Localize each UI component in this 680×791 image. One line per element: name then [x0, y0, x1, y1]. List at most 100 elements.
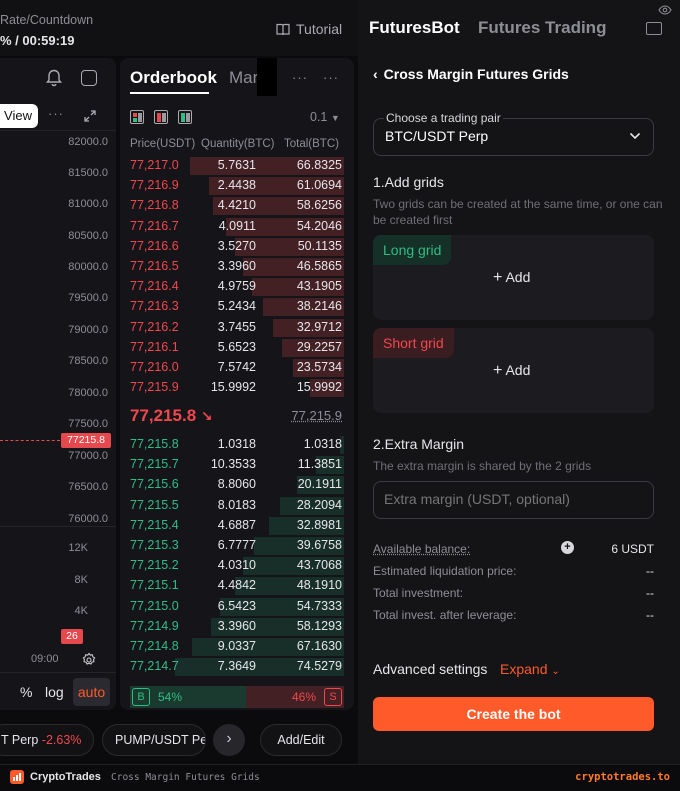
bid-row[interactable]: 77,215.5 8.0183 28.2094 [120, 496, 354, 516]
footer-bar: CryptoTrades Cross Margin Futures Grids … [0, 764, 680, 791]
ask-row[interactable]: 77,216.7 4.0911 54.2046 [120, 217, 354, 237]
ask-row[interactable]: 77,216.1 5.6523 29.2257 [120, 338, 354, 358]
tutorial-link[interactable]: Tutorial [276, 21, 342, 37]
auto-scale-button[interactable]: auto [73, 678, 110, 706]
add-long-grid-button[interactable]: + Add [493, 269, 530, 287]
chart-panel[interactable]: View ··· 82000.0 81500.0 81000.0 80500.0… [0, 58, 116, 710]
eye-icon[interactable] [658, 4, 672, 16]
back-header[interactable]: ‹ Cross Margin Futures Grids [373, 66, 569, 82]
bid-row[interactable]: 77,215.3 6.7777 39.6758 [120, 536, 354, 556]
panel-more-button[interactable]: ··· [323, 70, 339, 85]
price-tick: 76500.0 [68, 481, 108, 493]
ask-total: 32.9712 [296, 319, 342, 334]
ask-price: 77,216.1 [130, 339, 179, 354]
bid-qty: 6.7777 [217, 538, 256, 552]
total-investment-label: Total investment: [373, 586, 464, 600]
volume-tick: 4K [74, 605, 88, 617]
ask-row[interactable]: 77,216.8 4.4210 58.6256 [120, 196, 354, 216]
bid-row[interactable]: 77,215.2 4.0310 43.7068 [120, 556, 354, 576]
ask-qty: 4.9759 [217, 279, 256, 294]
bid-row[interactable]: 77,214.9 3.3960 58.1293 [120, 617, 354, 637]
price-tick: 80500.0 [68, 230, 108, 242]
bid-row[interactable]: 77,215.4 4.6887 32.8981 [120, 516, 354, 536]
ask-total: 15.9992 [296, 380, 342, 395]
footer-subtitle: Cross Margin Futures Grids [111, 772, 260, 783]
layout-asks-icon[interactable] [154, 110, 168, 124]
add-edit-button[interactable]: Add/Edit [260, 724, 342, 756]
mark-price[interactable]: 77,215.9 [291, 408, 342, 423]
bid-price: 77,214.9 [130, 618, 179, 633]
bid-row[interactable]: 77,215.1 4.4842 48.1910 [120, 576, 354, 596]
chevron-right-icon[interactable]: › [213, 724, 245, 756]
ask-qty: 3.3960 [217, 259, 256, 273]
long-grid-card[interactable]: Long grid + Add [373, 235, 654, 320]
bot-panel: FuturesBot Futures Trading ‹ Cross Margin… [358, 0, 680, 764]
bid-row[interactable]: 77,215.6 8.8060 20.1911 [120, 475, 354, 495]
ask-qty: 2.4438 [217, 178, 256, 193]
ask-price: 77,215.9 [130, 380, 179, 395]
ask-row[interactable]: 77,216.4 4.9759 43.1905 [120, 277, 354, 297]
ask-row[interactable]: 77,216.0 7.5742 23.5734 [120, 358, 354, 378]
bid-row[interactable]: 77,215.0 6.5423 54.7333 [120, 597, 354, 617]
log-scale-button[interactable]: log [45, 684, 64, 700]
redaction-block [257, 58, 277, 96]
layout-bids-icon[interactable] [178, 110, 192, 124]
ticker-item[interactable]: PUMP/USDT Pe [102, 724, 206, 756]
ask-row[interactable]: 77,216.6 3.5270 50.1135 [120, 237, 354, 257]
sell-percentage: 46% [291, 690, 316, 704]
percent-scale-button[interactable]: % [20, 684, 32, 700]
ticker-change: -2.63% [41, 733, 82, 747]
add-short-grid-button[interactable]: + Add [493, 362, 530, 380]
bid-total: 67.1630 [296, 639, 342, 653]
ask-row[interactable]: 77,216.2 3.7455 32.9712 [120, 318, 354, 338]
bid-row[interactable]: 77,214.7 7.3649 74.5279 [120, 657, 354, 677]
bid-row[interactable]: 77,215.7 10.3533 11.3851 [120, 455, 354, 475]
ask-row[interactable]: 77,216.3 5.2434 38.2146 [120, 297, 354, 317]
ticker-item[interactable]: T Perp -2.63% [0, 724, 94, 756]
ticket-icon[interactable] [646, 22, 662, 35]
bid-row[interactable]: 77,215.8 1.0318 1.0318 [120, 435, 354, 455]
tab-futures-trading[interactable]: Futures Trading [478, 18, 606, 38]
expand-advanced-button[interactable]: Expand ⌄ [500, 661, 560, 677]
bid-price: 77,215.0 [130, 598, 179, 613]
ask-row[interactable]: 77,216.5 3.3960 46.5865 [120, 257, 354, 277]
add-funds-plus-icon[interactable]: + [561, 541, 574, 554]
create-bot-button[interactable]: Create the bot [373, 697, 654, 731]
trading-pair-select[interactable]: Choose a trading pair BTC/USDT Perp [373, 111, 654, 156]
ask-row[interactable]: 77,215.9 15.9992 15.9992 [120, 378, 354, 398]
footer-brand: CryptoTrades [30, 771, 101, 783]
available-balance-label: Available balance: [373, 542, 471, 556]
settings-gear-icon[interactable] [81, 652, 97, 668]
price-tick: 78500.0 [68, 355, 108, 367]
orderbook-more-button[interactable]: ··· [292, 70, 308, 85]
ask-row[interactable]: 77,216.9 2.4438 61.0694 [120, 176, 354, 196]
precision-select[interactable]: 0.1 ▼ [310, 110, 340, 124]
ask-qty: 7.5742 [217, 360, 256, 374]
expand-arrows-icon[interactable] [84, 110, 96, 122]
current-price-line [0, 440, 60, 441]
bid-price: 77,215.4 [130, 517, 179, 532]
layout-both-icon[interactable] [130, 110, 144, 124]
col-header-total: Total(BTC) [284, 138, 339, 150]
ask-price: 77,216.3 [130, 299, 179, 314]
short-grid-card[interactable]: Short grid + Add [373, 328, 654, 413]
tab-orderbook[interactable]: Orderbook [130, 68, 217, 88]
fullscreen-icon[interactable] [81, 70, 97, 86]
bid-price: 77,215.3 [130, 538, 179, 552]
bell-icon[interactable] [44, 68, 64, 88]
footer-site-link[interactable]: cryptotrades.to [575, 771, 670, 783]
extra-margin-input[interactable] [373, 481, 654, 519]
extra-margin-field[interactable] [384, 491, 644, 507]
bid-qty: 8.8060 [217, 477, 256, 492]
liquidation-price-value: -- [646, 564, 654, 578]
chart-more-button[interactable]: ··· [48, 106, 64, 121]
ask-row[interactable]: 77,217.0 5.7631 66.8325 [120, 156, 354, 176]
sell-badge: S [324, 688, 342, 706]
ask-price: 77,216.9 [130, 178, 179, 193]
bid-price: 77,214.8 [130, 639, 179, 653]
bid-row[interactable]: 77,214.8 9.0337 67.1630 [120, 637, 354, 657]
tab-futuresbot[interactable]: FuturesBot [369, 18, 460, 38]
view-button[interactable]: View [0, 104, 38, 128]
ask-total: 61.0694 [296, 178, 342, 193]
funding-label: Rate/Countdown [0, 13, 94, 27]
